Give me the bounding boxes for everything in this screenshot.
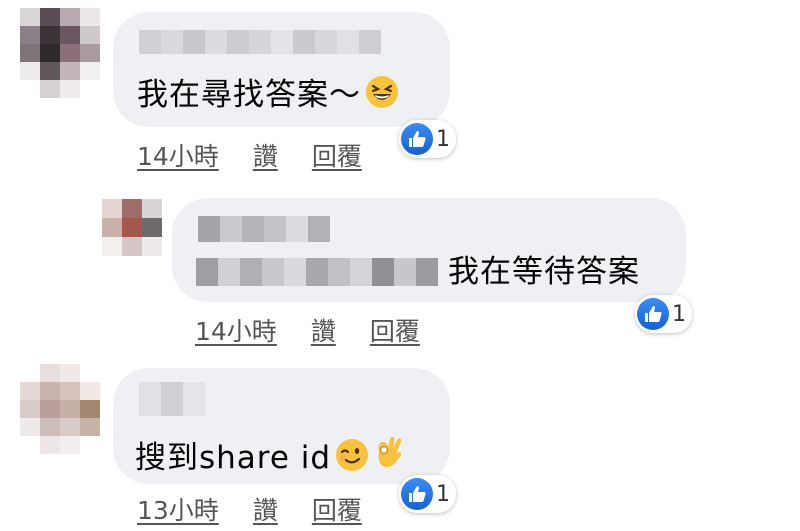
ok-hand-icon: [373, 434, 405, 478]
mentioned-name-blurred[interactable]: [196, 258, 438, 286]
avatar[interactable]: [20, 364, 100, 454]
timestamp-link[interactable]: 13小時: [137, 491, 219, 527]
comment-text: 我在等待答案: [448, 254, 640, 290]
timestamp-link[interactable]: 14小時: [195, 312, 277, 348]
reply-button[interactable]: 回覆: [312, 137, 362, 173]
avatar[interactable]: [102, 199, 162, 256]
comment-bubble: 搜到share id: [113, 368, 450, 484]
winking-face-icon: [335, 438, 369, 478]
like-icon: [401, 478, 433, 510]
reaction-count: 1: [436, 126, 450, 152]
like-button[interactable]: 讚: [253, 137, 278, 173]
author-name-blurred[interactable]: [198, 216, 330, 242]
comment-text: 我在尋找答案～: [137, 75, 399, 115]
like-icon: [401, 123, 433, 155]
comment-actions: 14小時 讚 回覆: [195, 312, 420, 348]
reaction-badge[interactable]: 1: [399, 475, 456, 513]
comment-bubble: 我在等待答案: [172, 198, 686, 302]
comment-text: 搜到share id: [135, 434, 405, 478]
reaction-badge[interactable]: 1: [399, 120, 456, 158]
reaction-count: 1: [672, 301, 686, 327]
like-button[interactable]: 讚: [311, 312, 336, 348]
reaction-count: 1: [436, 481, 450, 507]
reaction-badge[interactable]: 1: [635, 295, 692, 333]
author-name-blurred[interactable]: [139, 382, 205, 416]
comment-3: 搜到share id 1 13小時 讚 回覆: [0, 360, 800, 531]
like-icon: [637, 298, 669, 330]
comment-2-reply: 我在等待答案 1 14小時 讚 回覆: [0, 190, 800, 350]
timestamp-link[interactable]: 14小時: [137, 137, 219, 173]
laughing-face-icon: [365, 75, 399, 115]
author-name-blurred[interactable]: [139, 30, 381, 54]
comment-actions: 13小時 讚 回覆: [137, 491, 362, 527]
reply-button[interactable]: 回覆: [312, 491, 362, 527]
like-button[interactable]: 讚: [253, 491, 278, 527]
comment-1: 我在尋找答案～ 1 14小時 讚 回覆: [0, 0, 800, 175]
comment-actions: 14小時 讚 回覆: [137, 137, 362, 173]
comment-bubble: 我在尋找答案～: [113, 12, 450, 127]
avatar[interactable]: [20, 8, 100, 98]
reply-button[interactable]: 回覆: [370, 312, 420, 348]
